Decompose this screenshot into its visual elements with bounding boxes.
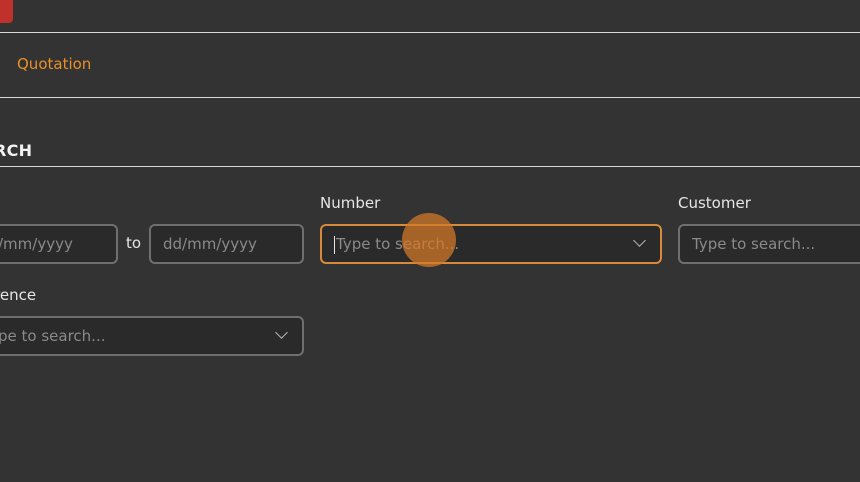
click-indicator	[402, 213, 456, 267]
tabs-divider	[0, 97, 860, 98]
section-title: RCH	[0, 141, 33, 160]
customer-select[interactable]	[678, 224, 860, 264]
section-divider	[0, 166, 860, 167]
reference-search-input[interactable]	[0, 318, 268, 354]
number-label: Number	[320, 194, 381, 212]
date-to-field[interactable]	[149, 224, 304, 264]
date-from-input[interactable]	[0, 226, 82, 262]
text-caret	[334, 236, 335, 254]
date-to-input[interactable]	[163, 226, 264, 262]
reference-label: rence	[0, 286, 37, 304]
tab-quotation[interactable]: Quotation	[17, 55, 91, 73]
reference-select[interactable]	[0, 316, 304, 356]
customer-search-input[interactable]	[692, 226, 838, 262]
number-select[interactable]	[320, 224, 662, 264]
date-from-field[interactable]	[0, 224, 118, 264]
date-range-to-label: to	[126, 234, 142, 252]
header-divider	[0, 32, 860, 33]
number-search-input[interactable]	[336, 226, 624, 262]
chevron-down-icon[interactable]	[275, 326, 288, 339]
app-icon	[0, 0, 13, 23]
customer-label: Customer	[678, 194, 751, 212]
chevron-down-icon[interactable]	[633, 234, 646, 247]
